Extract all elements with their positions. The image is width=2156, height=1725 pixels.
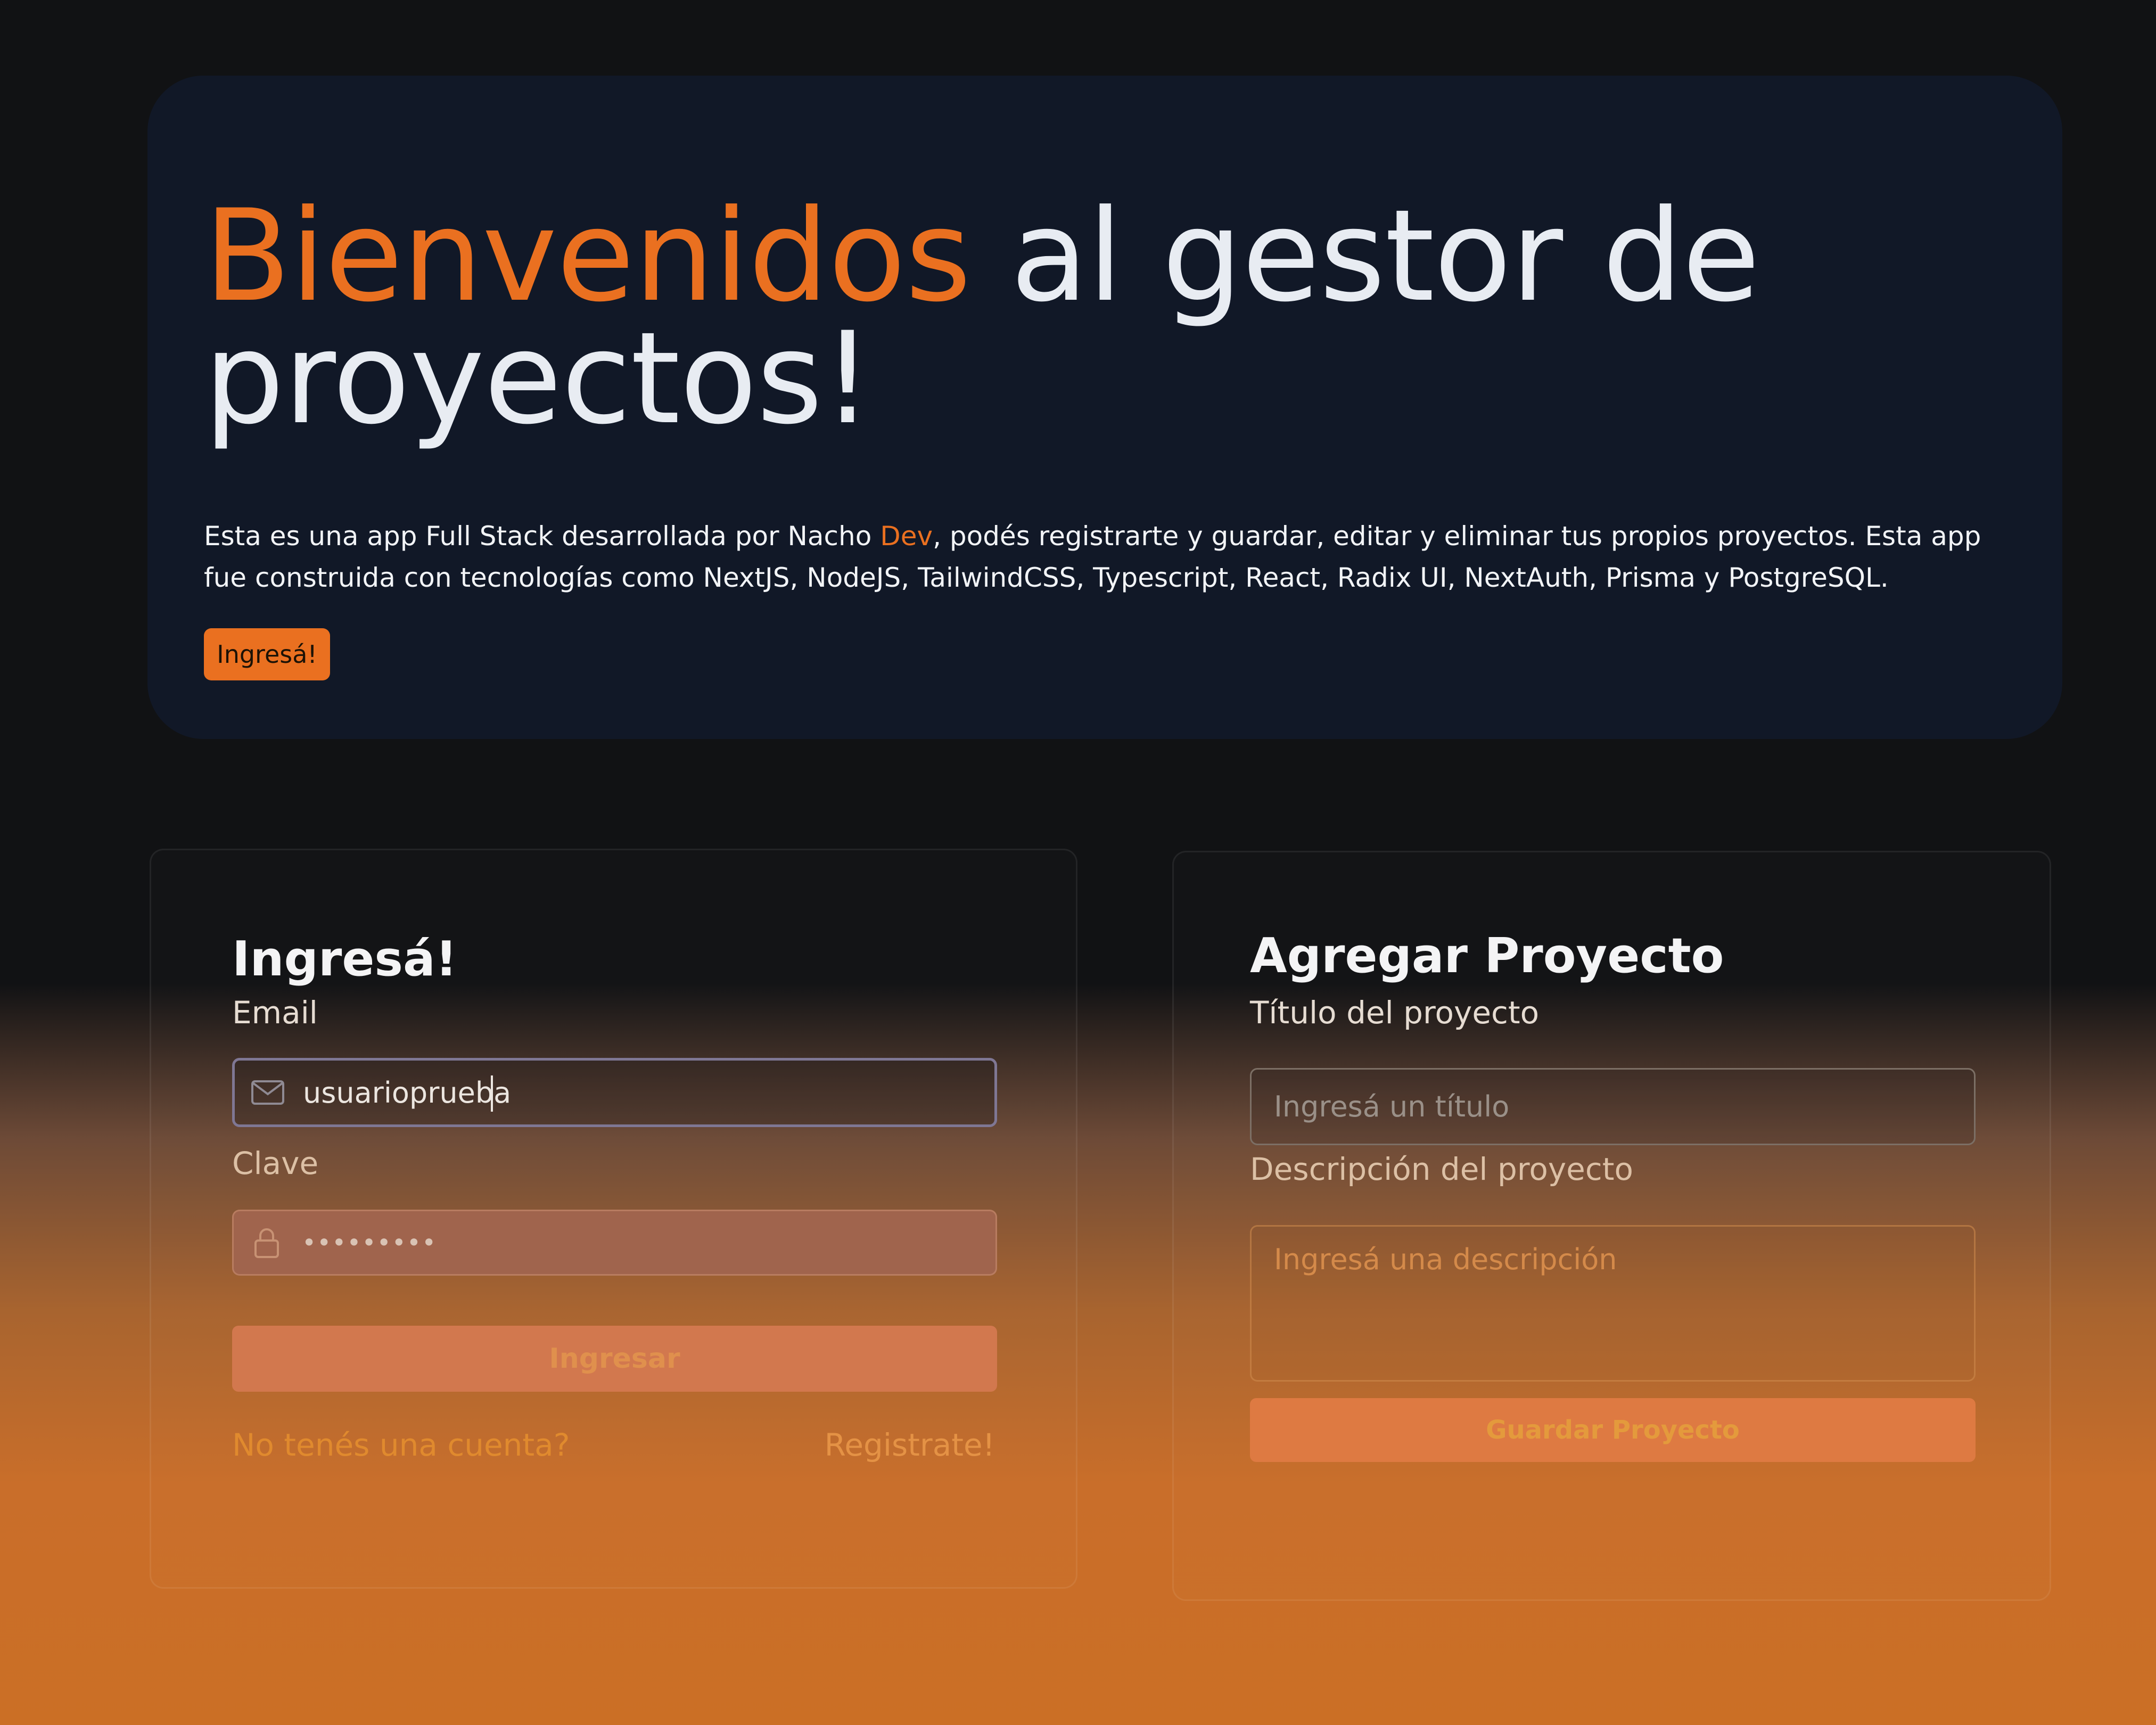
project-title-input[interactable]	[1274, 1090, 1945, 1123]
hero-login-button[interactable]: Ingresá!	[204, 628, 330, 680]
email-label: Email	[232, 995, 318, 1031]
login-card: Ingresá! Email Clave ••••••••• Ingresar …	[150, 849, 1077, 1589]
password-label: Clave	[232, 1145, 319, 1181]
email-input[interactable]	[303, 1075, 942, 1110]
password-field[interactable]: •••••••••	[232, 1210, 997, 1276]
login-submit-button[interactable]: Ingresar	[232, 1326, 997, 1392]
project-title-label: Título del proyecto	[1250, 995, 1540, 1031]
login-title: Ingresá!	[232, 931, 457, 987]
hero-title: Bienvenidos al gestor de proyectos!	[204, 193, 1961, 442]
project-description-input[interactable]	[1274, 1243, 1945, 1360]
mail-icon	[251, 1075, 285, 1110]
save-project-button[interactable]: Guardar Proyecto	[1250, 1398, 1976, 1462]
add-project-title: Agregar Proyecto	[1250, 928, 1724, 984]
hero-banner: Bienvenidos al gestor de proyectos! Esta…	[147, 76, 2062, 739]
project-description-label: Descripción del proyecto	[1250, 1151, 1633, 1187]
register-link[interactable]: Registrate!	[825, 1426, 995, 1464]
project-title-field[interactable]	[1250, 1068, 1976, 1145]
no-account-text: No tenés una cuenta?	[232, 1427, 570, 1463]
author-link[interactable]: Dev	[880, 521, 933, 552]
lock-icon	[250, 1226, 284, 1260]
email-field[interactable]	[232, 1058, 997, 1127]
hero-description: Esta es una app Full Stack desarrollada …	[204, 515, 2025, 598]
password-input[interactable]: •••••••••	[302, 1228, 437, 1257]
text-cursor	[491, 1075, 493, 1112]
add-project-card: Agregar Proyecto Título del proyecto Des…	[1172, 851, 2051, 1601]
project-description-field[interactable]	[1250, 1225, 1976, 1382]
hero-desc-before: Esta es una app Full Stack desarrollada …	[204, 521, 880, 552]
